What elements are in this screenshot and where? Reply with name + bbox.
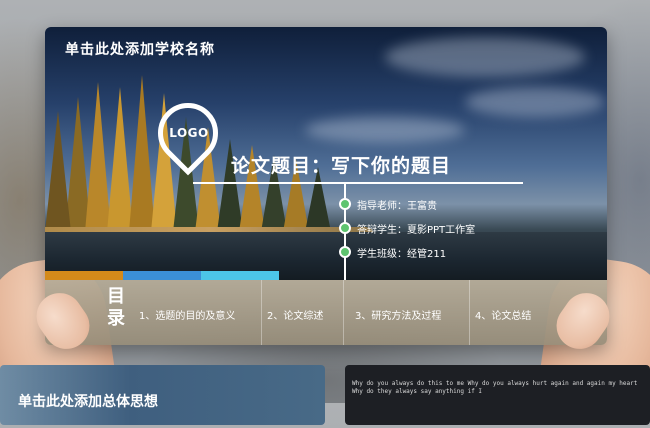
toc-item-1[interactable]: 1、选题的目的及意义	[139, 307, 235, 322]
accent-stripe-orange	[45, 271, 123, 280]
info-advisor-text: 指导老师：王富贵	[357, 200, 437, 212]
toc-item-3[interactable]: 3、研究方法及过程	[355, 307, 441, 322]
toc-divider	[261, 280, 262, 345]
info-advisor[interactable]: 指导老师：王富贵	[339, 197, 437, 212]
accent-stripe-cyan	[201, 271, 279, 280]
tree	[45, 111, 71, 232]
bullet-icon	[339, 198, 351, 210]
toc-divider	[343, 280, 344, 345]
info-class[interactable]: 学生班级：经管211	[339, 245, 447, 260]
table-of-contents: 目录 1、选题的目的及意义 2、论文综述 3、研究方法及过程 4、论文总结	[45, 280, 607, 345]
cloud	[305, 117, 465, 143]
school-title[interactable]: 单击此处添加学校名称	[65, 39, 215, 59]
thumbnail-title: 单击此处添加总体思想	[18, 394, 158, 410]
bullet-icon	[339, 246, 351, 258]
toc-heading: 目录	[107, 286, 125, 329]
info-class-text: 学生班级：经管211	[357, 248, 447, 260]
bullet-icon	[339, 222, 351, 234]
main-slide[interactable]: 单击此处添加学校名称 LOGO 论文题目：写下你的题目 指导老师：王富贵 答辩学…	[45, 27, 607, 345]
toc-item-4[interactable]: 4、论文总结	[475, 307, 531, 322]
thesis-title[interactable]: 论文题目：写下你的题目	[231, 151, 451, 178]
toc-divider	[469, 280, 470, 345]
info-student-text: 答辩学生：夏影PPT工作室	[357, 224, 476, 236]
cloud	[465, 87, 605, 117]
logo-text[interactable]: LOGO	[163, 126, 215, 140]
thumbnail-slide-3[interactable]: Why do you always do this to me Why do y…	[345, 365, 650, 425]
thumbnail-slide-2[interactable]: 单击此处添加总体思想	[0, 365, 325, 425]
info-student[interactable]: 答辩学生：夏影PPT工作室	[339, 221, 476, 236]
toc-item-2[interactable]: 2、论文综述	[267, 307, 323, 322]
thumbnail-text: Why do you always do this to me Why do y…	[352, 380, 638, 395]
title-underline	[193, 182, 523, 184]
accent-stripe-blue	[123, 271, 201, 280]
cloud	[385, 37, 585, 77]
